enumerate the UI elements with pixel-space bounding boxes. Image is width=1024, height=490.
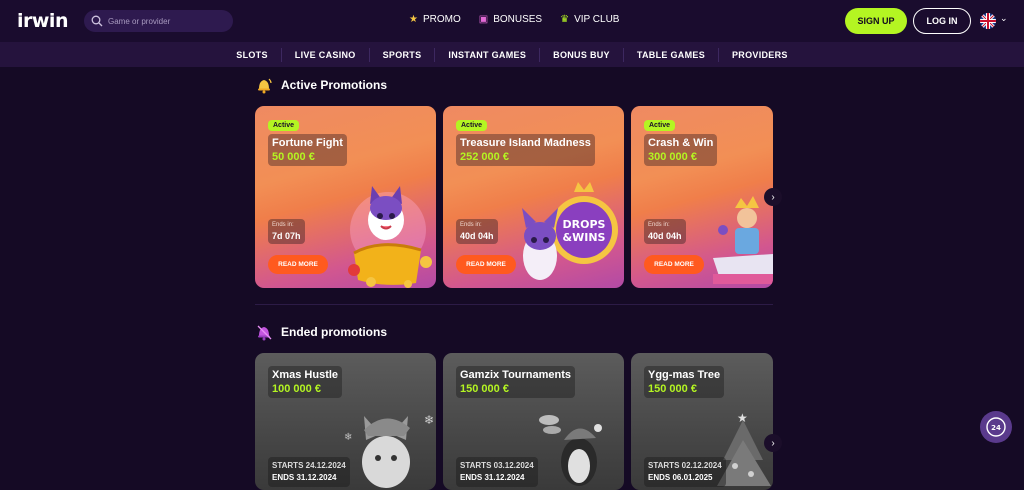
- penguin-santa-illustration: [539, 415, 602, 486]
- promo-title: Gamzix Tournaments: [460, 369, 572, 381]
- active-badge: Active: [268, 120, 300, 131]
- top-header: irwin ★ PROMO ▣ BONUSES ♛ VIP CLUB SIGN …: [0, 0, 1024, 42]
- carousel-next-icon[interactable]: ›: [764, 434, 782, 452]
- cat-table-games[interactable]: TABLE GAMES: [624, 47, 719, 62]
- cat-bonus-buy[interactable]: BONUS BUY: [540, 47, 624, 62]
- ends-in-box: Ends in: 40d 04h: [456, 219, 498, 244]
- ended-card-ygg-mas-tree[interactable]: ★ Ygg-mas Tree 150 000 € STARTS 02.12.20…: [631, 353, 773, 490]
- uk-flag-icon[interactable]: [980, 13, 996, 29]
- start-date: STARTS 02.12.2024: [648, 461, 722, 470]
- login-button[interactable]: LOG IN: [913, 8, 971, 34]
- active-promotions-header: Active Promotions: [255, 76, 387, 94]
- gift-icon: ▣: [478, 14, 489, 25]
- ends-label: Ends in:: [460, 222, 482, 228]
- promo-card-treasure-island[interactable]: DROPS &WINS Active Treasure Island Madne…: [443, 106, 624, 288]
- active-badge: Active: [644, 120, 676, 131]
- nav-vip-club[interactable]: ♛ VIP CLUB: [560, 14, 619, 25]
- read-more-button[interactable]: READ MORE: [456, 255, 516, 274]
- category-nav: SLOTS LIVE CASINO SPORTS INSTANT GAMES B…: [0, 42, 1024, 67]
- drops-wins-illustration: DROPS &WINS: [522, 182, 618, 280]
- wolf-treasure-illustration: [348, 186, 432, 288]
- promo-dates: STARTS 02.12.2024 ENDS 06.01.2025: [644, 457, 726, 487]
- promo-amount: 252 000 €: [460, 151, 509, 163]
- nav-promo-label: PROMO: [422, 14, 461, 25]
- ends-value: 40d 04h: [648, 231, 682, 241]
- start-date: STARTS 24.12.2024: [272, 461, 346, 470]
- cat-instant-games[interactable]: INSTANT GAMES: [435, 47, 541, 62]
- promo-title: Fortune Fight: [272, 137, 343, 149]
- ends-value: 40d 04h: [460, 231, 494, 241]
- ends-in-box: Ends in: 7d 07h: [268, 219, 305, 244]
- bell-icon: [258, 78, 272, 94]
- cat-providers[interactable]: PROVIDERS: [719, 48, 801, 62]
- nav-vip-label: VIP CLUB: [574, 14, 620, 25]
- promo-amount: 100 000 €: [272, 383, 321, 395]
- section-title: Active Promotions: [281, 78, 388, 92]
- svg-text:&WINS: &WINS: [563, 231, 606, 244]
- cat-slots[interactable]: SLOTS: [223, 47, 282, 62]
- svg-text:❄: ❄: [344, 432, 352, 443]
- section-divider: [255, 304, 773, 305]
- promo-info: Xmas Hustle 100 000 €: [268, 366, 343, 398]
- bell-off-icon: [257, 325, 272, 341]
- promo-dates: STARTS 24.12.2024 ENDS 31.12.2024: [268, 457, 350, 487]
- promo-title: Ygg-mas Tree: [648, 369, 721, 381]
- irwin-logo[interactable]: irwin: [17, 10, 68, 32]
- promo-info: Treasure Island Madness 252 000 €: [456, 134, 595, 166]
- ends-in-box: Ends in: 40d 04h: [644, 219, 686, 244]
- ends-label: Ends in:: [648, 222, 670, 228]
- promo-info: Gamzix Tournaments 150 000 €: [456, 366, 576, 398]
- star-icon: ★: [409, 14, 418, 25]
- start-date: STARTS 03.12.2024: [460, 461, 534, 470]
- promo-title: Xmas Hustle: [272, 369, 339, 381]
- promo-amount: 150 000 €: [648, 383, 697, 395]
- wolf-santa-illustration: ❄ ❄: [344, 413, 434, 488]
- read-more-button[interactable]: READ MORE: [268, 255, 328, 274]
- cat-live-casino[interactable]: LIVE CASINO: [282, 47, 370, 62]
- promo-title: Treasure Island Madness: [460, 137, 591, 149]
- support-label: 24: [991, 424, 1001, 432]
- search-input[interactable]: [108, 16, 228, 26]
- nav-promo[interactable]: ★ PROMO: [409, 14, 461, 25]
- promo-amount: 50 000 €: [272, 151, 315, 163]
- nav-bonuses-label: BONUSES: [493, 14, 543, 25]
- end-date: ENDS 06.01.2025: [648, 473, 713, 482]
- signup-button[interactable]: SIGN UP: [845, 8, 907, 34]
- end-date: ENDS 31.12.2024: [272, 473, 337, 482]
- promo-dates: STARTS 03.12.2024 ENDS 31.12.2024: [456, 457, 538, 487]
- promo-info: Ygg-mas Tree 150 000 €: [644, 366, 725, 398]
- active-badge: Active: [456, 120, 488, 131]
- chevron-down-icon[interactable]: ⌄: [1000, 13, 1008, 24]
- search-icon: [91, 15, 103, 27]
- promo-info: Fortune Fight 50 000 €: [268, 134, 347, 166]
- support-24-icon: 24: [986, 417, 1006, 437]
- svg-text:DROPS: DROPS: [563, 218, 606, 231]
- promo-amount: 300 000 €: [648, 151, 697, 163]
- top-nav: ★ PROMO ▣ BONUSES ♛ VIP CLUB: [409, 14, 619, 25]
- section-title: Ended promotions: [281, 325, 387, 339]
- read-more-button[interactable]: READ MORE: [644, 255, 704, 274]
- promo-info: Crash & Win 300 000 €: [644, 134, 718, 166]
- promo-title: Crash & Win: [648, 137, 714, 149]
- carousel-next-icon[interactable]: ›: [764, 188, 782, 206]
- promo-card-fortune-fight[interactable]: Active Fortune Fight 50 000 € Ends in: 7…: [255, 106, 436, 288]
- support-chat-button[interactable]: 24: [980, 411, 1012, 443]
- ends-value: 7d 07h: [272, 231, 301, 241]
- ends-label: Ends in:: [272, 222, 294, 228]
- ended-card-xmas-hustle[interactable]: ❄ ❄ Xmas Hustle 100 000 € STARTS 24.12.2…: [255, 353, 436, 490]
- crown-icon: ♛: [560, 14, 570, 25]
- svg-text:★: ★: [737, 411, 748, 425]
- svg-text:❄: ❄: [424, 413, 434, 427]
- promo-card-crash-win[interactable]: Active Crash & Win 300 000 € Ends in: 40…: [631, 106, 773, 288]
- nav-bonuses[interactable]: ▣ BONUSES: [479, 14, 542, 25]
- cat-sports[interactable]: SPORTS: [370, 47, 436, 62]
- end-date: ENDS 31.12.2024: [460, 473, 525, 482]
- ended-card-gamzix[interactable]: Gamzix Tournaments 150 000 € STARTS 03.1…: [443, 353, 624, 490]
- promo-amount: 150 000 €: [460, 383, 509, 395]
- ended-promotions-header: Ended promotions: [255, 323, 387, 341]
- search-bar[interactable]: [84, 10, 233, 32]
